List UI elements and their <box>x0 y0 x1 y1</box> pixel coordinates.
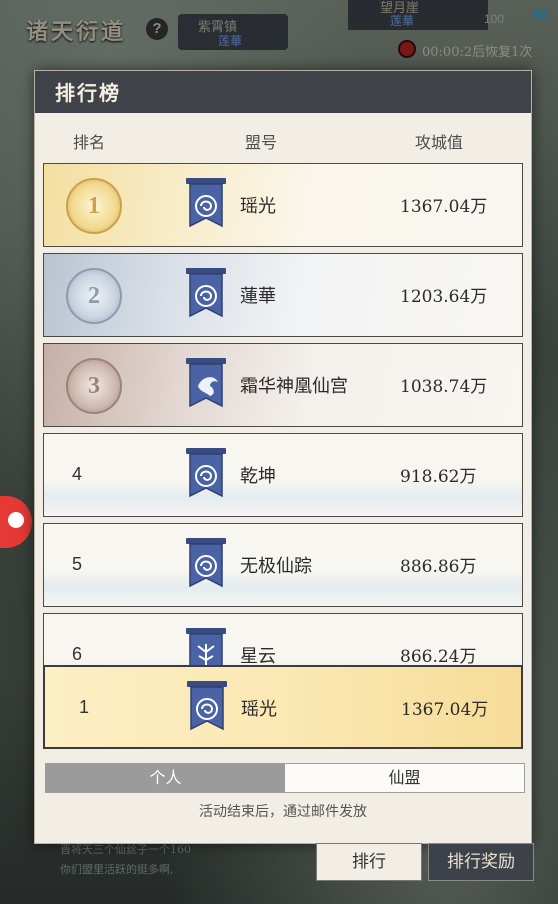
column-guild-header: 盟号 <box>245 133 278 152</box>
ranking-row[interactable]: 5 无极仙踪 886.86万 <box>43 523 523 607</box>
my-guild-name: 瑶光 <box>241 699 277 720</box>
guild-name: 蓮華 <box>240 286 276 307</box>
rank-medal-number: 1 <box>88 193 100 219</box>
guild-power: 918.62万 <box>400 467 477 487</box>
my-rank-row: 1 瑶光 1367.04万 <box>43 665 523 749</box>
guild-power: 1203.64万 <box>400 287 488 307</box>
guild-banner-icon <box>184 356 228 412</box>
ranking-button[interactable]: 排行 <box>316 843 422 881</box>
guild-banner-icon <box>184 266 228 322</box>
column-rank-header: 排名 <box>73 133 106 152</box>
ranking-panel: 排行榜 排名 盟号 攻城值 1 瑶光 1367.04万 2 蓮華 1203.64万 3 霜华神… <box>34 70 532 844</box>
ranking-row[interactable]: 4 乾坤 918.62万 <box>43 433 523 517</box>
tab-personal[interactable]: 个人 <box>46 764 285 792</box>
guild-name: 霜华神凰仙宫 <box>240 376 348 397</box>
my-guild-power: 1367.04万 <box>401 700 489 720</box>
guild-banner-icon <box>185 679 229 735</box>
ranking-row[interactable]: 2 蓮華 1203.64万 <box>43 253 523 337</box>
mascot-icon <box>8 512 24 528</box>
ranking-reward-button[interactable]: 排行奖励 <box>428 843 534 881</box>
rank-type-tabs: 个人 仙盟 <box>45 763 525 793</box>
rank-medal-number: 2 <box>88 283 100 309</box>
ranking-row[interactable]: 1 瑶光 1367.04万 <box>43 163 523 247</box>
guild-power: 1367.04万 <box>400 197 488 217</box>
guild-banner-icon <box>184 446 228 502</box>
guild-banner-icon <box>184 176 228 232</box>
rank-number: 6 <box>72 644 83 664</box>
guild-power: 866.24万 <box>400 647 477 667</box>
reward-note: 活动结束后，通过邮件发放 <box>199 804 367 820</box>
rank-medal-icon: 3 <box>66 358 122 414</box>
rank-number: 5 <box>72 554 83 574</box>
my-rank-number: 1 <box>79 697 90 717</box>
guild-power: 886.86万 <box>400 557 477 577</box>
guild-power: 1038.74万 <box>400 377 488 397</box>
rank-number: 4 <box>72 464 83 484</box>
rank-medal-icon: 2 <box>66 268 122 324</box>
ranking-row[interactable]: 3 霜华神凰仙宫 1038.74万 <box>43 343 523 427</box>
rank-medal-number: 3 <box>88 373 100 399</box>
panel-title: 排行榜 <box>55 81 121 105</box>
guild-banner-icon <box>184 536 228 592</box>
column-power-header: 攻城值 <box>415 133 464 152</box>
tab-alliance[interactable]: 仙盟 <box>285 764 524 792</box>
guild-name: 无极仙踪 <box>240 556 312 577</box>
guild-name: 乾坤 <box>240 466 276 487</box>
guild-name: 瑶光 <box>240 196 276 217</box>
rank-medal-icon: 1 <box>66 178 122 234</box>
